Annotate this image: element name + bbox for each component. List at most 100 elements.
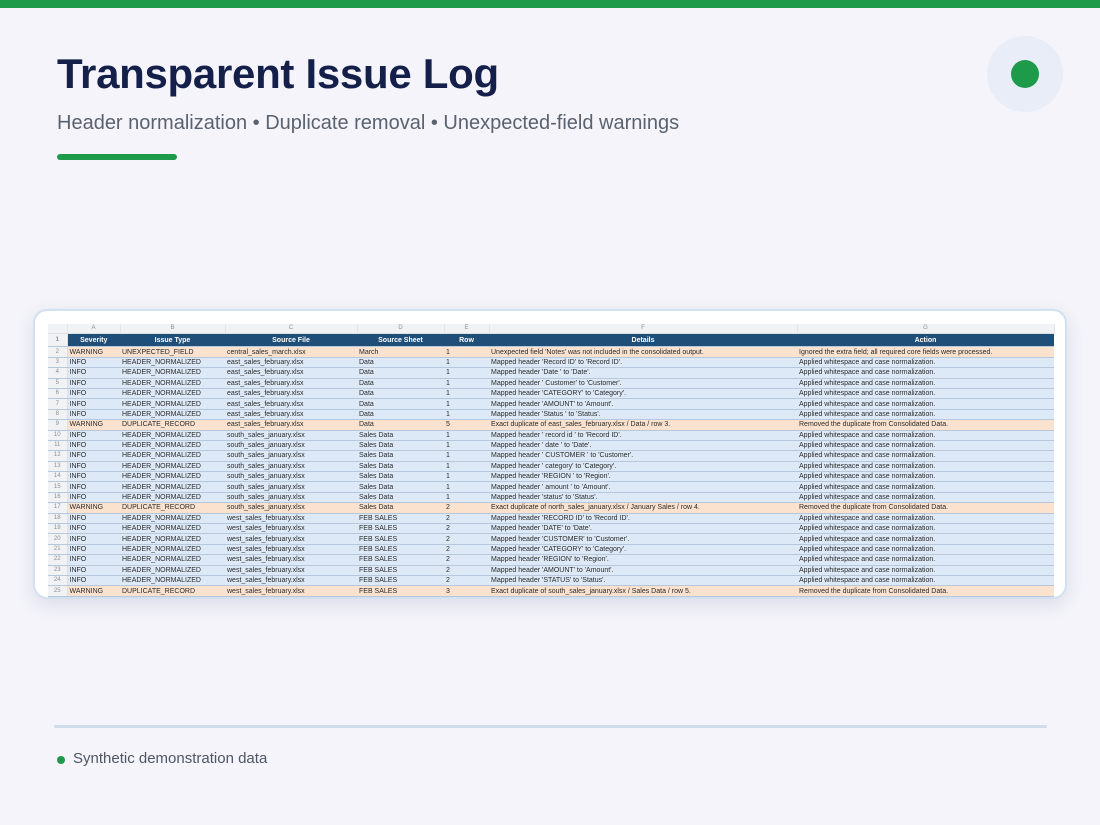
cell-action[interactable]: Applied whitespace and case normalizatio… — [797, 357, 1054, 369]
cell-source-sheet[interactable]: Data — [357, 367, 444, 379]
cell-severity[interactable]: WARNING — [67, 585, 120, 597]
cell-action[interactable]: Applied whitespace and case normalizatio… — [797, 544, 1054, 556]
cell-source-file[interactable]: south_sales_january.xlsx — [225, 481, 357, 493]
cell-severity[interactable]: INFO — [67, 492, 120, 504]
cell-severity[interactable]: INFO — [67, 513, 120, 525]
cell-action[interactable]: Applied whitespace and case normalizatio… — [797, 367, 1054, 379]
row-number[interactable]: 11 — [48, 440, 68, 452]
cell-action[interactable]: Removed the duplicate from Consolidated … — [797, 419, 1054, 431]
cell-row[interactable]: 2 — [444, 575, 489, 587]
row-number[interactable]: 1 — [48, 333, 68, 348]
cell-severity[interactable]: INFO — [67, 523, 120, 535]
cell-severity[interactable]: INFO — [67, 357, 120, 369]
cell-severity[interactable]: INFO — [67, 388, 120, 400]
cell-severity[interactable]: WARNING — [67, 346, 120, 358]
cell-source-file[interactable]: east_sales_february.xlsx — [225, 398, 357, 410]
cell-issue-type[interactable]: HEADER_NORMALIZED — [120, 554, 225, 566]
cell-source-file[interactable]: east_sales_february.xlsx — [225, 419, 357, 431]
cell-action[interactable]: Applied whitespace and case normalizatio… — [797, 492, 1054, 504]
cell-source-file[interactable]: west_sales_february.xlsx — [225, 513, 357, 525]
cell-action[interactable]: Applied whitespace and case normalizatio… — [797, 565, 1054, 577]
cell-row[interactable]: 1 — [444, 492, 489, 504]
cell-severity[interactable]: INFO — [67, 378, 120, 389]
column-header-action[interactable]: Action — [797, 333, 1054, 348]
cell-row[interactable]: 1 — [444, 367, 489, 379]
cell-source-sheet[interactable]: Sales Data — [357, 461, 444, 473]
cell-source-file[interactable]: west_sales_february.xlsx — [225, 533, 357, 545]
cell-issue-type[interactable]: HEADER_NORMALIZED — [120, 533, 225, 545]
cell-issue-type[interactable]: DUPLICATE_RECORD — [120, 502, 225, 514]
cell-details[interactable]: Mapped header ' category' to 'Category'. — [489, 461, 797, 473]
cell-source-file[interactable]: west_sales_february.xlsx — [225, 575, 357, 587]
cell-row[interactable]: 1 — [444, 471, 489, 483]
cell-severity[interactable]: INFO — [67, 367, 120, 379]
row-number[interactable]: 12 — [48, 450, 68, 462]
cell-details[interactable]: Mapped header ' Customer' to 'Customer'. — [489, 378, 797, 389]
cell-action[interactable]: Applied whitespace and case normalizatio… — [797, 409, 1054, 421]
cell-details[interactable]: Exact duplicate of south_sales_january.x… — [489, 585, 797, 597]
cell-row[interactable]: 2 — [444, 533, 489, 545]
column-letter[interactable]: G — [797, 324, 1055, 335]
row-number[interactable]: 22 — [48, 554, 68, 566]
cell-issue-type[interactable]: HEADER_NORMALIZED — [120, 409, 225, 421]
column-header-source-sheet[interactable]: Source Sheet — [357, 333, 444, 348]
cell-issue-type[interactable]: UNEXPECTED_FIELD — [120, 346, 225, 358]
cell-severity[interactable]: INFO — [67, 461, 120, 473]
cell-source-sheet[interactable]: FEB SALES — [357, 513, 444, 525]
cell-row[interactable]: 1 — [444, 481, 489, 493]
cell-action[interactable]: Applied whitespace and case normalizatio… — [797, 440, 1054, 452]
row-number[interactable]: 2 — [48, 346, 68, 358]
cell-issue-type[interactable]: HEADER_NORMALIZED — [120, 575, 225, 587]
cell-severity[interactable]: INFO — [67, 575, 120, 587]
cell-source-file[interactable]: east_sales_february.xlsx — [225, 409, 357, 421]
row-number[interactable]: 6 — [48, 388, 68, 400]
cell-source-file[interactable]: south_sales_january.xlsx — [225, 461, 357, 473]
row-number[interactable]: 4 — [48, 367, 68, 379]
row-number[interactable]: 17 — [48, 502, 68, 514]
cell-source-sheet[interactable]: Data — [357, 419, 444, 431]
cell-severity[interactable]: INFO — [67, 409, 120, 421]
cell-details[interactable]: Mapped header 'CATEGORY' to 'Category'. — [489, 544, 797, 556]
cell-details[interactable]: Exact duplicate of north_sales_january.x… — [489, 502, 797, 514]
cell-source-sheet[interactable]: FEB SALES — [357, 565, 444, 577]
cell-issue-type[interactable]: HEADER_NORMALIZED — [120, 450, 225, 462]
column-header-row[interactable]: Row — [444, 333, 489, 348]
cell-severity[interactable]: INFO — [67, 565, 120, 577]
cell-source-file[interactable]: west_sales_february.xlsx — [225, 523, 357, 535]
cell-source-sheet[interactable]: Data — [357, 398, 444, 410]
row-number[interactable]: 14 — [48, 471, 68, 483]
cell-details[interactable]: Mapped header 'CUSTOMER' to 'Customer'. — [489, 533, 797, 545]
cell-severity[interactable]: INFO — [67, 481, 120, 493]
cell-severity[interactable]: INFO — [67, 554, 120, 566]
cell-source-file[interactable]: east_sales_february.xlsx — [225, 378, 357, 389]
cell-issue-type[interactable]: HEADER_NORMALIZED — [120, 523, 225, 535]
cell-details[interactable]: Mapped header ' record id ' to 'Record I… — [489, 430, 797, 441]
cell-issue-type[interactable]: HEADER_NORMALIZED — [120, 492, 225, 504]
cell-severity[interactable]: WARNING — [67, 502, 120, 514]
row-number[interactable]: 15 — [48, 481, 68, 493]
row-number[interactable]: 18 — [48, 513, 68, 525]
cell-severity[interactable]: INFO — [67, 450, 120, 462]
column-header-details[interactable]: Details — [489, 333, 797, 348]
row-number[interactable]: 13 — [48, 461, 68, 473]
cell-issue-type[interactable]: DUPLICATE_RECORD — [120, 585, 225, 597]
cell-details[interactable]: Mapped header 'Record ID' to 'Record ID'… — [489, 357, 797, 369]
cell-action[interactable]: Applied whitespace and case normalizatio… — [797, 513, 1054, 525]
cell-row[interactable]: 1 — [444, 440, 489, 452]
cell-details[interactable]: Mapped header 'REGION' to 'Region'. — [489, 554, 797, 566]
cell-source-file[interactable]: east_sales_february.xlsx — [225, 367, 357, 379]
cell-issue-type[interactable]: HEADER_NORMALIZED — [120, 440, 225, 452]
cell-source-file[interactable]: south_sales_january.xlsx — [225, 430, 357, 441]
cell-source-file[interactable]: south_sales_january.xlsx — [225, 450, 357, 462]
row-number[interactable]: 8 — [48, 409, 68, 421]
cell-action[interactable]: Removed the duplicate from Consolidated … — [797, 585, 1054, 597]
row-number[interactable]: 24 — [48, 575, 68, 587]
row-number[interactable]: 5 — [48, 378, 68, 389]
column-letter[interactable]: B — [120, 324, 226, 335]
cell-source-file[interactable]: east_sales_february.xlsx — [225, 388, 357, 400]
cell-issue-type[interactable]: HEADER_NORMALIZED — [120, 461, 225, 473]
cell-source-sheet[interactable]: Data — [357, 409, 444, 421]
cell-details[interactable]: Mapped header 'AMOUNT' to 'Amount'. — [489, 398, 797, 410]
column-header-issue-type[interactable]: Issue Type — [120, 333, 225, 348]
cell-action[interactable]: Removed the duplicate from Consolidated … — [797, 502, 1054, 514]
